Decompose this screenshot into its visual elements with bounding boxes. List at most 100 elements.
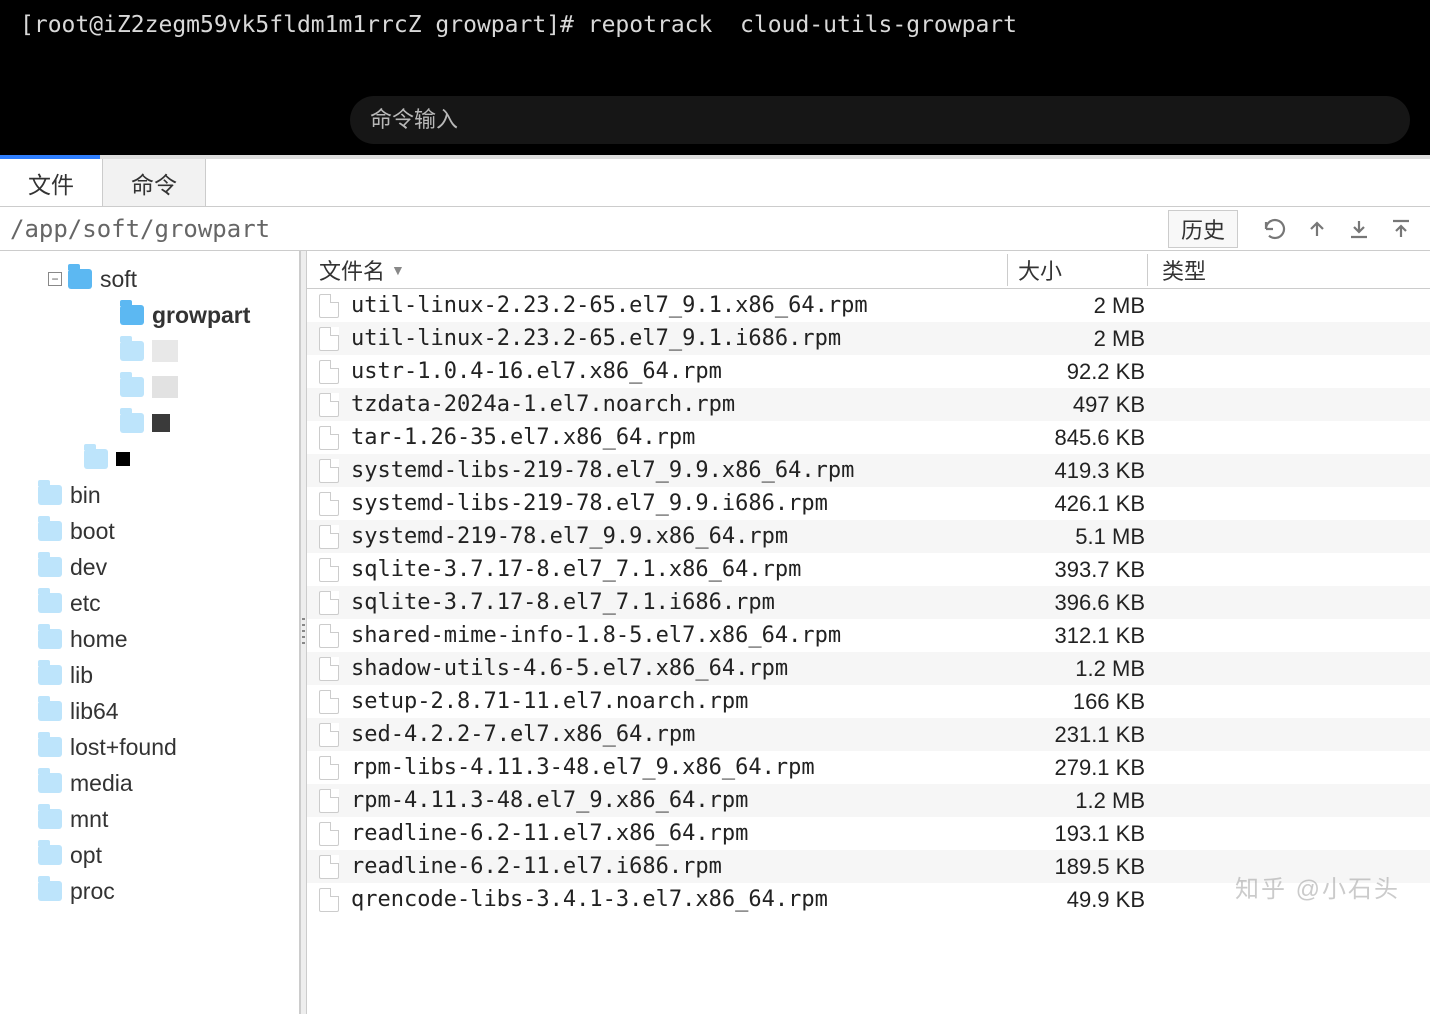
file-icon xyxy=(319,294,339,318)
file-size: 845.6 KB xyxy=(1007,425,1157,451)
column-type[interactable]: 类型 xyxy=(1147,254,1430,286)
file-row[interactable]: shadow-utils-4.6-5.el7.x86_64.rpm1.2 MB xyxy=(307,652,1430,685)
column-size[interactable]: 大小 xyxy=(1007,254,1147,286)
tree-panel[interactable]: − soft growpart bin boot devetchome lib lib6… xyxy=(0,251,300,1014)
file-icon xyxy=(319,624,339,648)
tree-label: boot xyxy=(70,518,115,545)
tree-item-growpart[interactable]: growpart xyxy=(0,297,299,333)
path-bar: /app/soft/growpart 历史 xyxy=(0,207,1430,251)
tree-label: lost+found xyxy=(70,734,177,761)
file-size: 2 MB xyxy=(1007,326,1157,352)
tab-file[interactable]: 文件 xyxy=(0,159,103,206)
file-name: readline-6.2-11.el7.i686.rpm xyxy=(351,854,1007,879)
tree-item[interactable] xyxy=(0,333,299,369)
folder-icon xyxy=(68,269,92,289)
tree-item-etc[interactable]: etc xyxy=(0,585,299,621)
file-row[interactable]: ustr-1.0.4-16.el7.x86_64.rpm92.2 KB xyxy=(307,355,1430,388)
file-size: 426.1 KB xyxy=(1007,491,1157,517)
file-name: sqlite-3.7.17-8.el7_7.1.x86_64.rpm xyxy=(351,557,1007,582)
file-row[interactable]: setup-2.8.71-11.el7.noarch.rpm166 KB xyxy=(307,685,1430,718)
file-size: 279.1 KB xyxy=(1007,755,1157,781)
tree-item-opt[interactable]: opt xyxy=(0,837,299,873)
file-row[interactable]: readline-6.2-11.el7.i686.rpm189.5 KB xyxy=(307,850,1430,883)
file-icon xyxy=(319,327,339,351)
tree-label: bin xyxy=(70,482,101,509)
tree-label: mnt xyxy=(70,806,108,833)
folder-icon xyxy=(38,701,62,721)
tree-item-boot[interactable]: boot xyxy=(0,513,299,549)
tree-item-dev[interactable]: dev xyxy=(0,549,299,585)
command-input[interactable] xyxy=(370,107,1390,133)
file-row[interactable]: shared-mime-info-1.8-5.el7.x86_64.rpm312… xyxy=(307,619,1430,652)
file-icon xyxy=(319,690,339,714)
file-row[interactable]: rpm-4.11.3-48.el7_9.x86_64.rpm1.2 MB xyxy=(307,784,1430,817)
tree-item-lost+found[interactable]: lost+found xyxy=(0,729,299,765)
file-icon xyxy=(319,657,339,681)
file-row[interactable]: rpm-libs-4.11.3-48.el7_9.x86_64.rpm279.1… xyxy=(307,751,1430,784)
tree-item-mnt[interactable]: mnt xyxy=(0,801,299,837)
file-icon xyxy=(319,822,339,846)
file-rows[interactable]: util-linux-2.23.2-65.el7_9.1.x86_64.rpm2… xyxy=(307,289,1430,1014)
tree-item[interactable] xyxy=(0,405,299,441)
folder-icon xyxy=(120,305,144,325)
file-name: setup-2.8.71-11.el7.noarch.rpm xyxy=(351,689,1007,714)
file-row[interactable]: systemd-219-78.el7_9.9.x86_64.rpm5.1 MB xyxy=(307,520,1430,553)
refresh-icon[interactable] xyxy=(1260,214,1290,244)
tree-item-lib[interactable]: lib xyxy=(0,657,299,693)
up-icon[interactable] xyxy=(1302,214,1332,244)
history-button[interactable]: 历史 xyxy=(1168,210,1238,248)
file-row[interactable]: sqlite-3.7.17-8.el7_7.1.x86_64.rpm393.7 … xyxy=(307,553,1430,586)
file-name: shadow-utils-4.6-5.el7.x86_64.rpm xyxy=(351,656,1007,681)
file-name: rpm-libs-4.11.3-48.el7_9.x86_64.rpm xyxy=(351,755,1007,780)
current-path[interactable]: /app/soft/growpart xyxy=(8,215,1168,243)
tree-item-lib64[interactable]: lib64 xyxy=(0,693,299,729)
file-icon xyxy=(319,426,339,450)
column-name[interactable]: 文件名 ▼ xyxy=(307,254,1007,286)
tree-item-media[interactable]: media xyxy=(0,765,299,801)
upload-icon[interactable] xyxy=(1386,214,1416,244)
file-name: util-linux-2.23.2-65.el7_9.1.i686.rpm xyxy=(351,326,1007,351)
file-size: 393.7 KB xyxy=(1007,557,1157,583)
folder-icon xyxy=(120,341,144,361)
folder-icon xyxy=(38,593,62,613)
file-row[interactable]: readline-6.2-11.el7.x86_64.rpm193.1 KB xyxy=(307,817,1430,850)
file-row[interactable]: sed-4.2.2-7.el7.x86_64.rpm231.1 KB xyxy=(307,718,1430,751)
file-name: qrencode-libs-3.4.1-3.el7.x86_64.rpm xyxy=(351,887,1007,912)
tree-item-home[interactable]: home xyxy=(0,621,299,657)
file-row[interactable]: systemd-libs-219-78.el7_9.9.x86_64.rpm41… xyxy=(307,454,1430,487)
file-row[interactable]: sqlite-3.7.17-8.el7_7.1.i686.rpm396.6 KB xyxy=(307,586,1430,619)
terminal: [root@iZ2zegm59vk5fldm1m1rrcZ growpart]#… xyxy=(0,0,1430,155)
file-row[interactable]: util-linux-2.23.2-65.el7_9.1.i686.rpm2 M… xyxy=(307,322,1430,355)
tree-label: lib xyxy=(70,662,93,689)
file-row[interactable]: tzdata-2024a-1.el7.noarch.rpm497 KB xyxy=(307,388,1430,421)
tree-item[interactable] xyxy=(0,369,299,405)
tab-command[interactable]: 命令 xyxy=(103,159,206,206)
folder-icon xyxy=(84,449,108,469)
tree-label: proc xyxy=(70,878,115,905)
file-icon xyxy=(319,393,339,417)
file-row[interactable]: systemd-libs-219-78.el7_9.9.i686.rpm426.… xyxy=(307,487,1430,520)
file-size: 419.3 KB xyxy=(1007,458,1157,484)
command-input-wrap[interactable] xyxy=(350,96,1410,144)
file-size: 189.5 KB xyxy=(1007,854,1157,880)
file-icon xyxy=(319,723,339,747)
tree-item[interactable] xyxy=(0,441,299,477)
file-row[interactable]: tar-1.26-35.el7.x86_64.rpm845.6 KB xyxy=(307,421,1430,454)
files-panel: 文件名 ▼ 大小 类型 util-linux-2.23.2-65.el7_9.1… xyxy=(307,251,1430,1014)
folder-icon xyxy=(38,665,62,685)
file-name: readline-6.2-11.el7.x86_64.rpm xyxy=(351,821,1007,846)
split-drag-handle[interactable] xyxy=(300,251,307,1014)
file-size: 497 KB xyxy=(1007,392,1157,418)
file-row[interactable]: qrencode-libs-3.4.1-3.el7.x86_64.rpm49.9… xyxy=(307,883,1430,916)
collapse-icon[interactable]: − xyxy=(48,272,62,286)
download-icon[interactable] xyxy=(1344,214,1374,244)
folder-icon xyxy=(38,809,62,829)
file-row[interactable]: util-linux-2.23.2-65.el7_9.1.x86_64.rpm2… xyxy=(307,289,1430,322)
folder-icon xyxy=(120,413,144,433)
tree-item-proc[interactable]: proc xyxy=(0,873,299,909)
folder-icon xyxy=(38,629,62,649)
file-name: rpm-4.11.3-48.el7_9.x86_64.rpm xyxy=(351,788,1007,813)
file-icon xyxy=(319,525,339,549)
tree-item-bin[interactable]: bin xyxy=(0,477,299,513)
tree-item-soft[interactable]: − soft xyxy=(0,261,299,297)
